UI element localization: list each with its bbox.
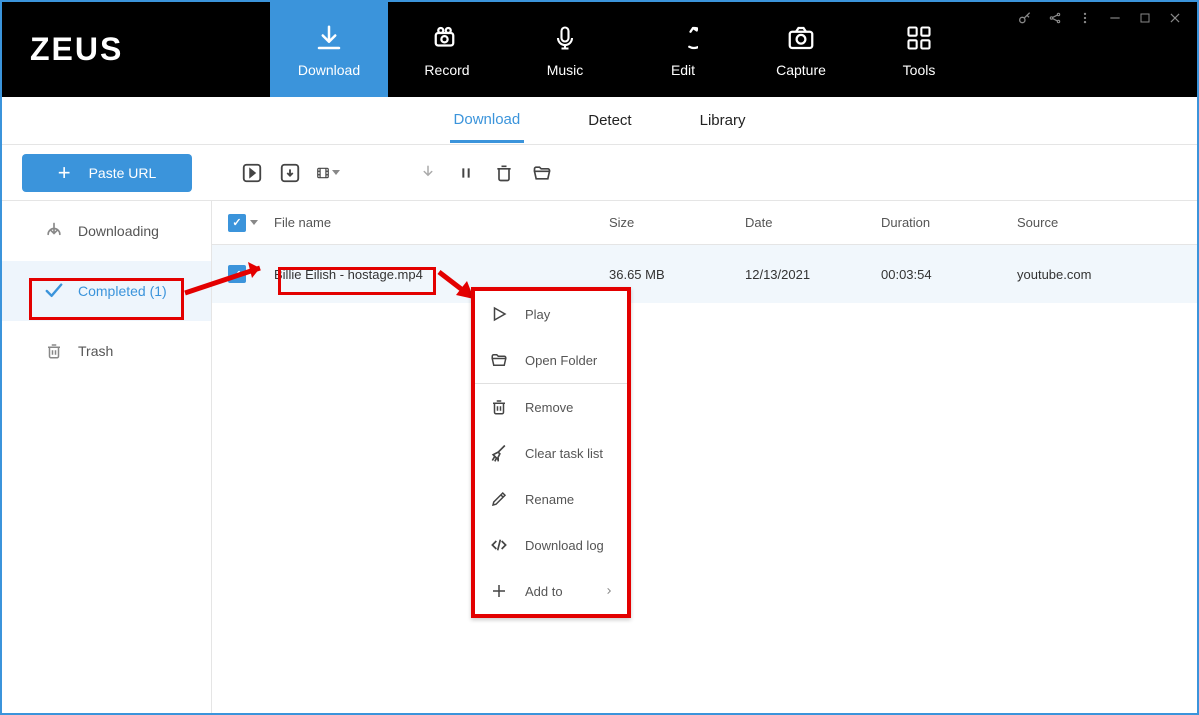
trash-icon [44,341,64,361]
table-header: ✓ File name Size Date Duration Source [212,201,1197,245]
play-icon [489,304,509,324]
pause-button[interactable] [454,161,478,185]
ctx-clear-list-label: Clear task list [525,446,603,461]
app-logo: ZEUS [2,2,270,97]
pencil-icon [489,489,509,509]
context-menu: Play Open Folder Remove Clear task list … [471,287,631,618]
edit-icon [668,22,698,54]
col-header-source[interactable]: Source [1017,215,1197,230]
chevron-down-icon [250,220,258,225]
tab-edit-label: Edit [671,62,695,78]
ctx-download-log[interactable]: Download log [475,522,627,568]
row-duration: 00:03:54 [881,267,1017,282]
minimize-button[interactable] [1107,10,1123,26]
record-icon [432,22,462,54]
tab-tools-label: Tools [903,62,936,78]
ctx-download-log-label: Download log [525,538,604,553]
sidebar-item-trash[interactable]: Trash [2,321,211,381]
downloading-icon [44,221,64,241]
ctx-add-to-label: Add to [525,584,563,599]
more-icon[interactable] [1077,10,1093,26]
download-action-button[interactable] [278,161,302,185]
ctx-remove[interactable]: Remove [475,384,627,430]
app-window: ZEUS Download Record Music Edit Capture … [0,0,1199,715]
tab-download[interactable]: Download [270,2,388,97]
tab-edit[interactable]: Edit [624,2,742,97]
video-options-button[interactable] [316,161,340,185]
subtab-download[interactable]: Download [450,99,525,143]
sidebar-item-completed[interactable]: Completed (1) [2,261,211,321]
close-button[interactable] [1167,10,1183,26]
row-size: 36.65 MB [609,267,745,282]
plus-icon [489,581,509,601]
ctx-clear-list[interactable]: Clear task list [475,430,627,476]
tab-capture-label: Capture [776,62,826,78]
chevron-down-icon [332,170,340,175]
row-filename: Billie Eilish - hostage.mp4 [274,267,609,282]
broom-icon [489,443,509,463]
ctx-add-to[interactable]: Add to [475,568,627,614]
titlebar-controls [1017,10,1183,26]
share-icon[interactable] [1047,10,1063,26]
row-source: youtube.com [1017,267,1197,282]
toolbar: + Paste URL [2,145,1197,201]
ctx-play-label: Play [525,307,550,322]
key-icon[interactable] [1017,10,1033,26]
select-all-checkbox[interactable]: ✓ [228,214,258,232]
sidebar-downloading-label: Downloading [78,223,159,239]
sidebar-item-downloading[interactable]: Downloading [2,201,211,261]
tab-capture[interactable]: Capture [742,2,860,97]
table-row[interactable]: ✓ Billie Eilish - hostage.mp4 36.65 MB 1… [212,245,1197,303]
content: ✓ File name Size Date Duration Source ✓ … [212,201,1197,713]
ctx-rename-label: Rename [525,492,574,507]
capture-icon [786,22,816,54]
delete-button[interactable] [492,161,516,185]
ctx-open-folder-label: Open Folder [525,353,597,368]
trash-icon [489,397,509,417]
sidebar-completed-label: Completed (1) [78,283,167,299]
ctx-remove-label: Remove [525,400,573,415]
folder-open-icon [489,350,509,370]
ctx-rename[interactable]: Rename [475,476,627,522]
col-header-duration[interactable]: Duration [881,215,1017,230]
music-icon [551,22,579,54]
ctx-open-folder[interactable]: Open Folder [475,337,627,383]
tools-icon [905,22,933,54]
paste-url-label: Paste URL [89,165,157,181]
col-header-size[interactable]: Size [609,215,745,230]
completed-icon [44,281,64,301]
maximize-button[interactable] [1137,10,1153,26]
checkbox-checked-icon: ✓ [228,214,246,232]
tab-record-label: Record [424,62,469,78]
subtab-detect[interactable]: Detect [584,100,635,141]
col-header-date[interactable]: Date [745,215,881,230]
resume-button[interactable] [416,161,440,185]
tab-download-label: Download [298,62,360,78]
plus-icon: + [58,160,71,186]
chevron-right-icon [605,585,613,597]
sub-tabs: Download Detect Library [2,97,1197,145]
download-icon [314,22,344,54]
tab-tools[interactable]: Tools [860,2,978,97]
sidebar: Downloading Completed (1) Trash [2,201,212,713]
subtab-library[interactable]: Library [696,100,750,141]
paste-url-button[interactable]: + Paste URL [22,154,192,192]
tab-music-label: Music [547,62,584,78]
code-icon [489,535,509,555]
open-folder-button[interactable] [530,161,554,185]
row-date: 12/13/2021 [745,267,881,282]
tab-record[interactable]: Record [388,2,506,97]
col-header-filename[interactable]: File name [274,215,609,230]
sidebar-trash-label: Trash [78,343,113,359]
start-all-button[interactable] [240,161,264,185]
tab-music[interactable]: Music [506,2,624,97]
ctx-play[interactable]: Play [475,291,627,337]
row-checkbox[interactable]: ✓ [228,265,246,283]
